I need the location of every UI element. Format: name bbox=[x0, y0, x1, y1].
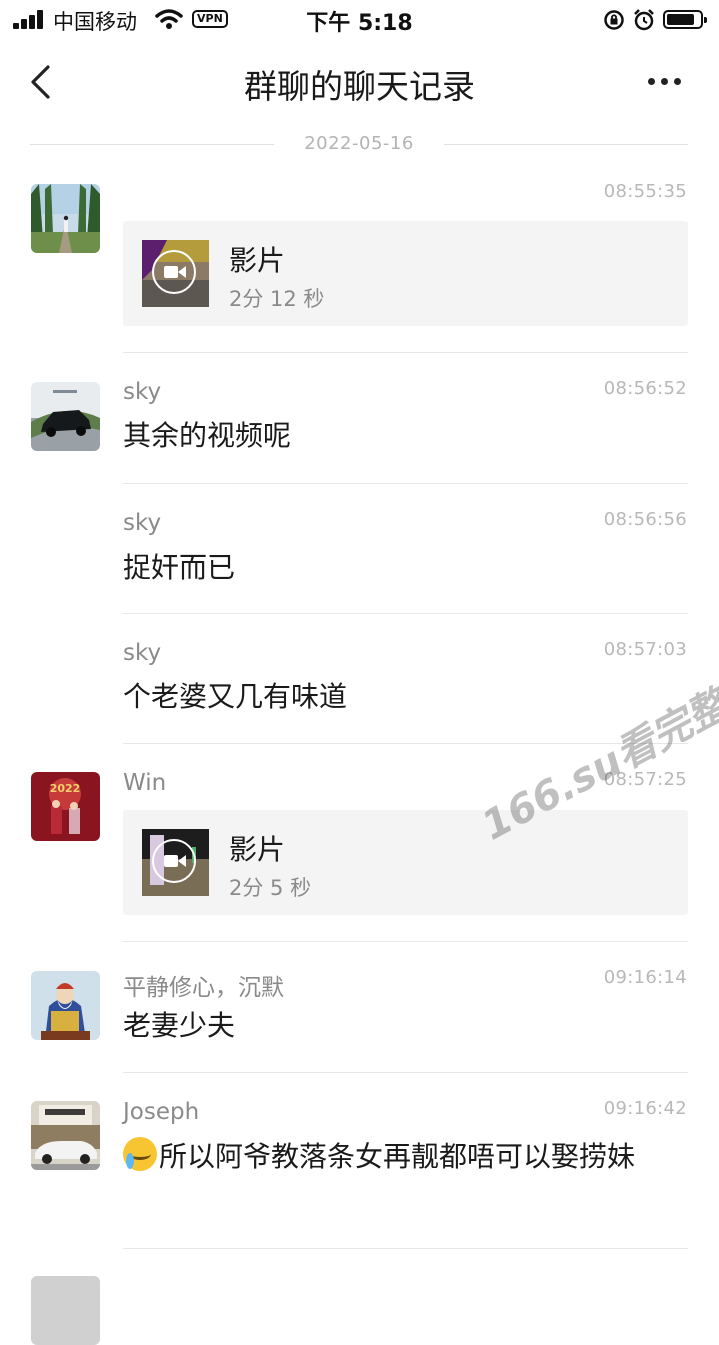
alarm-icon bbox=[634, 9, 654, 31]
sender-name: Win bbox=[123, 770, 167, 796]
divider bbox=[123, 613, 688, 614]
message-timestamp: 09:16:42 bbox=[603, 1098, 687, 1119]
avatar[interactable] bbox=[31, 1276, 100, 1345]
rotation-lock-icon bbox=[604, 10, 624, 30]
divider bbox=[123, 483, 688, 484]
divider bbox=[123, 941, 688, 942]
divider bbox=[123, 1248, 688, 1249]
message-timestamp: 09:16:14 bbox=[603, 967, 687, 988]
video-duration: 2分 5 秒 bbox=[229, 876, 312, 900]
sender-name: sky bbox=[123, 510, 162, 536]
message-timestamp: 08:55:35 bbox=[603, 181, 687, 202]
message-timestamp: 08:56:52 bbox=[603, 378, 687, 399]
divider bbox=[123, 352, 688, 353]
message-text-body: 所以阿爷教落条女再靓都唔可以娶捞妹 bbox=[159, 1140, 636, 1173]
svg-text:2022: 2022 bbox=[50, 782, 81, 795]
video-duration: 2分 12 秒 bbox=[229, 287, 325, 311]
video-card[interactable]: 影片 2分 5 秒 bbox=[123, 810, 688, 915]
avatar[interactable] bbox=[31, 382, 100, 451]
message-text: 所以阿爷教落条女再靓都唔可以娶捞妹 bbox=[123, 1135, 683, 1178]
page-title: 群聊的聊天记录 bbox=[244, 67, 475, 106]
video-play-icon bbox=[152, 839, 196, 883]
divider bbox=[444, 144, 688, 145]
video-thumbnail bbox=[142, 240, 209, 307]
crying-face-icon bbox=[123, 1137, 157, 1171]
sender-name: 平静修心，沉默 bbox=[123, 975, 284, 1001]
video-title: 影片 bbox=[229, 244, 286, 277]
sender-name: sky bbox=[123, 379, 162, 405]
video-title: 影片 bbox=[229, 833, 286, 866]
video-card[interactable]: 影片 2分 12 秒 bbox=[123, 221, 688, 326]
status-bar: 中国移动 VPN 下午 5:18 bbox=[0, 0, 719, 40]
avatar[interactable] bbox=[31, 1101, 100, 1170]
more-options-icon[interactable] bbox=[645, 70, 685, 90]
divider bbox=[123, 1072, 688, 1073]
video-thumbnail bbox=[142, 829, 209, 896]
sender-name: sky bbox=[123, 640, 162, 666]
avatar[interactable]: 2022 bbox=[31, 772, 100, 841]
date-separator: 2022-05-16 bbox=[30, 132, 688, 156]
message-text: 其余的视频呢 bbox=[123, 419, 292, 452]
message-timestamp: 08:57:03 bbox=[603, 639, 687, 660]
message-text: 捉奸而已 bbox=[123, 551, 236, 584]
battery-icon bbox=[663, 10, 707, 29]
message-text: 老妻少夫 bbox=[123, 1009, 236, 1042]
sender-name: Joseph bbox=[123, 1099, 200, 1125]
avatar[interactable] bbox=[31, 184, 100, 253]
navigation-bar: 群聊的聊天记录 bbox=[0, 48, 719, 114]
video-play-icon bbox=[152, 250, 196, 294]
avatar[interactable] bbox=[31, 971, 100, 1040]
message-text: 个老婆又几有味道 bbox=[123, 680, 348, 713]
message-timestamp: 08:56:56 bbox=[603, 509, 687, 530]
